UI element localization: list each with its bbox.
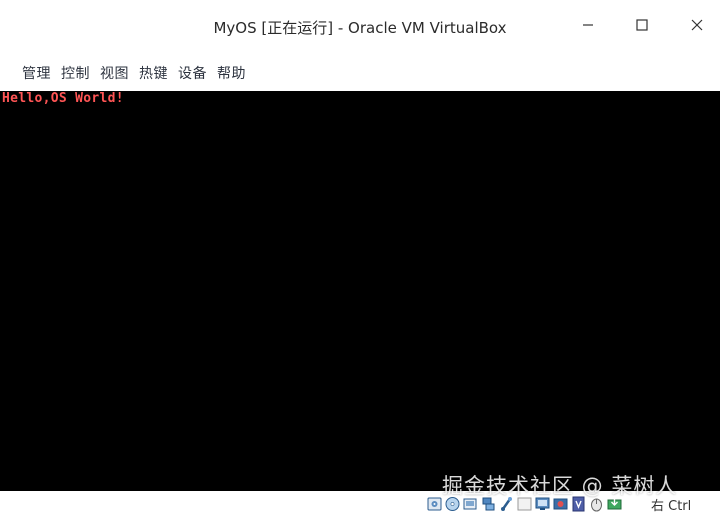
window-title: MyOS [正在运行] - Oracle VM VirtualBox <box>213 19 507 37</box>
maximize-button[interactable] <box>624 10 660 40</box>
menu-hotkeys[interactable]: 热键 <box>139 63 168 83</box>
title-bar[interactable]: MyOS [正在运行] - Oracle VM VirtualBox <box>0 0 720 54</box>
close-icon <box>691 19 703 31</box>
watermark: 掘金技术社区 @ 菜树人 <box>442 474 678 498</box>
maximize-icon <box>636 19 648 31</box>
menu-devices[interactable]: 设备 <box>178 63 207 83</box>
menu-control[interactable]: 控制 <box>61 63 90 83</box>
menu-help[interactable]: 帮助 <box>217 63 246 83</box>
vm-display[interactable]: Hello,OS World! <box>0 91 720 491</box>
minimize-button[interactable] <box>570 10 606 40</box>
vm-output-text: Hello,OS World! <box>2 91 124 106</box>
minimize-icon <box>583 24 593 26</box>
menu-bar: 管理 控制 视图 热键 设备 帮助 <box>0 54 720 91</box>
virtualbox-window: MyOS [正在运行] - Oracle VM VirtualBox 管理 控制… <box>0 0 720 517</box>
menu-view[interactable]: 视图 <box>100 63 129 83</box>
menu-manage[interactable]: 管理 <box>22 63 51 83</box>
close-button[interactable] <box>679 10 715 40</box>
hard-disk-icon[interactable] <box>427 496 442 512</box>
